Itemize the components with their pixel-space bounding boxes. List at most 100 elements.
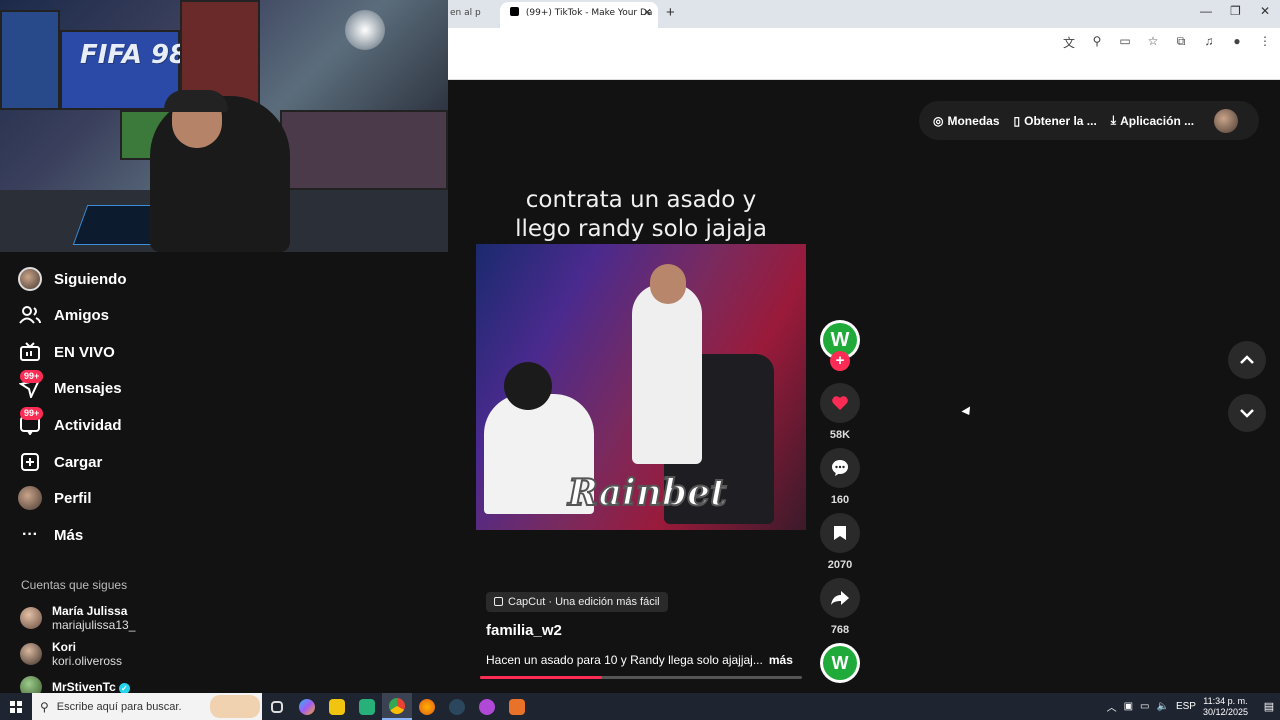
user-avatar[interactable] <box>1214 108 1239 133</box>
taskbar: ⚲ Escribe aquí para buscar. ︿ ▣ ▭ 🔈 ESP … <box>0 693 1280 720</box>
more-icon: ··· <box>22 526 38 543</box>
task-view-icon[interactable] <box>262 693 292 720</box>
volume-icon[interactable]: 🔈 <box>1156 701 1168 712</box>
network-icon[interactable]: ▭ <box>1140 701 1149 712</box>
discord-icon[interactable] <box>472 693 502 720</box>
sidebar-item-mensajes[interactable]: 99+ Mensajes <box>18 370 122 402</box>
tab-tiktok[interactable]: (99+) TikTok - Make Your Da ✕ <box>500 2 658 28</box>
chrome-icon[interactable] <box>382 693 412 720</box>
get-app-button[interactable]: ▯ Obtener la ... <box>1014 114 1097 128</box>
friends-icon <box>18 303 42 327</box>
more-link[interactable]: más <box>769 653 793 667</box>
capcut-icon <box>494 597 503 606</box>
video-watermark: Rainbet <box>567 471 728 515</box>
language-indicator[interactable]: ESP <box>1176 701 1196 712</box>
app-icon[interactable] <box>502 693 532 720</box>
zoom-icon[interactable]: ⚲ <box>1090 34 1104 51</box>
sidebar-item-perfil[interactable]: Perfil <box>18 484 92 512</box>
following-avatar-icon <box>18 267 42 291</box>
header-pills: ◎ Monedas ▯ Obtener la ... ⤓ Aplicación ... <box>919 101 1259 140</box>
sidebar-item-mas[interactable]: ··· Más <box>18 521 83 549</box>
browser-toolbar: 文 ⚲ ▭ ☆ ⧉ ♫ ● ⋮ <box>1062 34 1272 51</box>
sidebar-item-label: Perfil <box>54 489 92 507</box>
sidebar-item-label: EN VIVO <box>54 343 115 361</box>
share-button[interactable] <box>820 578 860 618</box>
clock[interactable]: 11:34 p. m. 30/12/2025 <box>1203 696 1248 718</box>
video-progress-bar[interactable] <box>480 676 802 679</box>
minimize-button[interactable]: — <box>1200 4 1212 18</box>
sidebar-item-amigos[interactable]: Amigos <box>18 301 109 329</box>
follow-button[interactable]: + <box>830 351 850 371</box>
clock-date: 30/12/2025 <box>1202 706 1248 717</box>
chevron-down-icon <box>1240 409 1254 418</box>
account-name: Kori <box>52 640 76 654</box>
tab-close-icon[interactable]: ✕ <box>643 2 652 24</box>
tab-previous[interactable]: en al p <box>448 4 500 26</box>
activity-badge: 99+ <box>20 407 44 420</box>
previous-video-button[interactable] <box>1228 341 1266 379</box>
sidebar: Siguiendo Amigos EN VIVO 99+ Mensajes 99… <box>0 252 448 698</box>
like-count: 58K <box>829 429 851 441</box>
coins-button[interactable]: ◎ Monedas <box>933 114 1000 128</box>
download-app-label: Aplicación ... <box>1120 113 1195 128</box>
messages-icon: 99+ <box>18 370 44 400</box>
close-window-button[interactable]: ✕ <box>1260 4 1270 18</box>
menu-icon[interactable]: ⋮ <box>1258 34 1272 51</box>
video-player[interactable]: contrata un asado y llego randy solo jaj… <box>476 170 806 680</box>
heart-icon <box>832 396 848 410</box>
firefox-icon[interactable] <box>412 693 442 720</box>
store-icon[interactable] <box>352 693 382 720</box>
tray-app-icon[interactable]: ▣ <box>1124 701 1133 712</box>
steam-icon[interactable] <box>442 693 472 720</box>
shelf <box>280 110 448 190</box>
download-app-button[interactable]: ⤓ Aplicación ... <box>1111 113 1194 128</box>
sidebar-item-siguiendo[interactable]: Siguiendo <box>18 265 127 293</box>
save-button[interactable] <box>820 513 860 553</box>
profile-avatar-icon <box>18 486 42 510</box>
webcam-overlay: FIFA 98 <box>0 0 448 252</box>
translate-icon[interactable]: 文 <box>1062 34 1076 51</box>
bookmark-star-icon[interactable]: ☆ <box>1146 34 1160 51</box>
seated-person-head <box>504 362 552 410</box>
notifications-icon[interactable]: ▤ <box>1258 693 1280 720</box>
live-icon <box>18 340 42 364</box>
sound-avatar[interactable]: W <box>820 643 860 683</box>
address-bar[interactable]: 文 ⚲ ▭ ☆ ⧉ ♫ ● ⋮ <box>448 28 1280 56</box>
tray-chevron-icon[interactable]: ︿ <box>1107 699 1117 714</box>
search-placeholder: Escribe aquí para buscar. <box>56 700 182 713</box>
taskbar-search[interactable]: ⚲ Escribe aquí para buscar. <box>32 693 262 720</box>
cast-icon[interactable]: ▭ <box>1118 34 1132 51</box>
next-video-button[interactable] <box>1228 394 1266 432</box>
caption-line: contrata un asado y <box>525 187 757 213</box>
video-frame[interactable]: Rainbet <box>476 244 806 530</box>
following-account[interactable]: María Julissa mariajulissa13_ <box>20 604 135 632</box>
file-explorer-icon[interactable] <box>322 693 352 720</box>
profile-icon[interactable]: ● <box>1230 34 1244 51</box>
sidebar-item-en-vivo[interactable]: EN VIVO <box>18 338 115 366</box>
get-app-label: Obtener la ... <box>1024 113 1097 128</box>
restore-button[interactable]: ❐ <box>1230 4 1241 18</box>
coin-icon: ◎ <box>933 113 944 128</box>
mouse-cursor <box>961 406 974 418</box>
sidebar-item-actividad[interactable]: 99+ Actividad <box>18 407 122 439</box>
bookmark-bar <box>448 56 1280 80</box>
like-button[interactable] <box>820 383 860 423</box>
sidebar-item-label: Siguiendo <box>54 270 127 288</box>
following-account[interactable]: Kori kori.oliveross <box>20 640 122 668</box>
screen: en al p (99+) TikTok - Make Your Da ✕ + … <box>0 0 1280 720</box>
sidebar-item-label: Actividad <box>54 416 122 434</box>
sidebar-item-cargar[interactable]: Cargar <box>18 448 102 476</box>
extensions-icon[interactable]: ⧉ <box>1174 34 1188 51</box>
new-tab-button[interactable]: + <box>666 4 675 21</box>
video-author[interactable]: familia_w2 <box>486 622 562 639</box>
coins-label: Monedas <box>947 113 1000 128</box>
avatar <box>20 607 42 629</box>
tiktok-icon <box>510 7 519 16</box>
capcut-tag[interactable]: CapCut · Una edición más fácil <box>486 592 668 612</box>
sidebar-item-label: Mensajes <box>54 379 122 397</box>
media-icon[interactable]: ♫ <box>1202 34 1216 51</box>
share-count: 768 <box>830 624 850 636</box>
copilot-icon[interactable] <box>292 693 322 720</box>
start-button[interactable] <box>0 693 32 720</box>
comment-button[interactable] <box>820 448 860 488</box>
